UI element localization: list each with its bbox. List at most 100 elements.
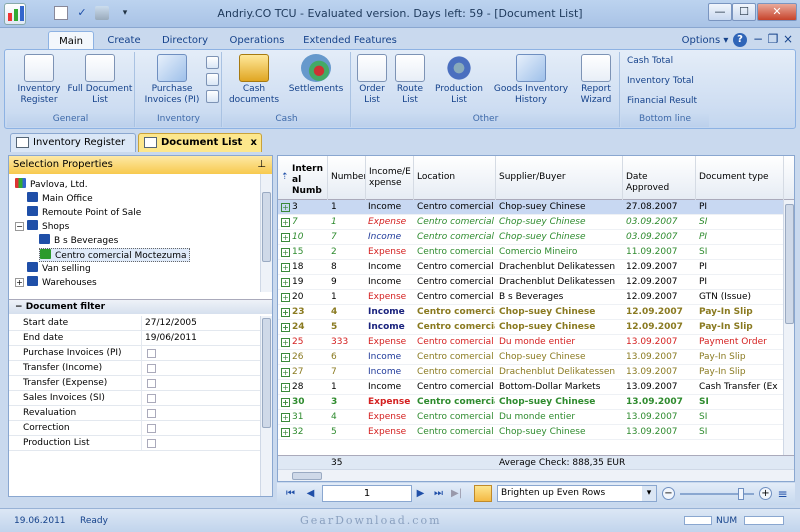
page-number-input[interactable]: 1 [322, 485, 412, 502]
si-checkbox[interactable] [147, 394, 156, 403]
col-date-approved[interactable]: Date Approved [623, 156, 696, 200]
col-supplier-buyer[interactable]: Supplier/Buyer [496, 156, 623, 200]
expand-row-icon[interactable]: + [281, 338, 290, 347]
filter-row-si[interactable]: Sales Invoices (SI) [9, 391, 260, 406]
end-date-field[interactable]: 19/06/2011 [145, 331, 197, 346]
tab-main[interactable]: Main [48, 31, 94, 50]
table-row[interactable]: +30 3 Expense Centro comercia Chop-suey Chin… [278, 395, 794, 410]
table-row[interactable]: +7 1 Expense Centro comercial Chop-suey Chin… [278, 215, 794, 230]
minimize-button[interactable]: — [708, 3, 732, 21]
filter-toggle-icon[interactable]: − [15, 302, 23, 312]
cash-total-link[interactable]: Cash Total [627, 56, 673, 66]
table-row[interactable]: +23 4 Income Centro comercia Chop-suey Chine… [278, 305, 794, 320]
prev-page-icon[interactable]: ◀ [305, 488, 316, 500]
tab-extended-features[interactable]: Extended Features [302, 31, 398, 50]
help-icon[interactable]: ? [733, 33, 747, 47]
expand-row-icon[interactable]: + [281, 398, 290, 407]
filter-row-start-date[interactable]: Start date 27/12/2005 [9, 316, 260, 331]
jump-icon[interactable]: ▶| [451, 488, 462, 500]
route-list-button[interactable]: Route List [392, 54, 428, 106]
filter-row-revaluation[interactable]: Revaluation [9, 406, 260, 421]
filter-funnel-button[interactable] [474, 485, 492, 502]
tab-directory[interactable]: Directory [155, 31, 215, 50]
highlight-mode-select[interactable]: Brighten up Even Rows ▾ [497, 485, 657, 502]
table-row[interactable]: +18 8 Income Centro comercial M Drachenblut … [278, 260, 794, 275]
tree-node-main-office[interactable]: Main Office [27, 192, 93, 206]
filter-row-transfer-expense[interactable]: Transfer (Expense) [9, 376, 260, 391]
inventory-total-link[interactable]: Inventory Total [627, 76, 694, 86]
collapse-icon[interactable]: − [15, 222, 24, 231]
expand-row-icon[interactable]: + [281, 278, 290, 287]
goods-inventory-history-button[interactable]: Goods Inventory History [490, 54, 572, 106]
table-row[interactable]: +19 9 Income Centro comercial M Drachenblut … [278, 275, 794, 290]
tree-scrollbar[interactable] [260, 174, 272, 292]
table-row[interactable]: +32 5 Expense Centro comercial M Chop-suey C… [278, 425, 794, 440]
production-list-button[interactable]: Production List [432, 54, 486, 106]
table-row[interactable]: +15 2 Expense Centro comercial M Comercio Mi… [278, 245, 794, 260]
expand-row-icon[interactable]: + [281, 248, 290, 257]
expand-row-icon[interactable]: + [281, 218, 290, 227]
filter-scrollbar[interactable] [260, 316, 272, 496]
production-checkbox[interactable] [147, 439, 156, 448]
transfer-income-checkbox[interactable] [147, 364, 156, 373]
expand-row-icon[interactable]: + [281, 353, 290, 362]
table-row[interactable]: +25 333 Expense Centro comercial M Du monde … [278, 335, 794, 350]
expand-row-icon[interactable]: + [281, 293, 290, 302]
scroll-thumb[interactable] [292, 472, 322, 480]
scroll-thumb[interactable] [785, 204, 794, 324]
expand-row-icon[interactable]: + [281, 428, 290, 437]
small-transfer-icon[interactable] [206, 56, 219, 69]
small-arrow-icon[interactable] [206, 73, 219, 86]
filter-row-production[interactable]: Production List [9, 436, 260, 451]
next-page-icon[interactable]: ▶ [415, 488, 426, 500]
small-download-icon[interactable] [206, 90, 219, 103]
grid-hscrollbar[interactable] [278, 469, 794, 481]
zoom-out-button[interactable]: − [662, 487, 675, 500]
filter-row-pi[interactable]: Purchase Invoices (PI) [9, 346, 260, 361]
correction-checkbox[interactable] [147, 424, 156, 433]
close-button[interactable]: ✕ [757, 3, 797, 21]
expand-row-icon[interactable]: + [281, 383, 290, 392]
pi-checkbox[interactable] [147, 349, 156, 358]
revaluation-checkbox[interactable] [147, 409, 156, 418]
tree-node-shops[interactable]: − Shops [15, 220, 69, 234]
table-row[interactable]: +31 4 Expense Centro comercial M Du monde en… [278, 410, 794, 425]
first-page-icon[interactable]: ⏮ [285, 488, 296, 500]
table-row[interactable]: +20 1 Expense Centro comercial M B s Beverag… [278, 290, 794, 305]
filter-row-transfer-income[interactable]: Transfer (Income) [9, 361, 260, 376]
doctab-document-list[interactable]: Document List x [138, 133, 262, 152]
expand-row-icon[interactable]: + [281, 308, 290, 317]
col-number[interactable]: Number [328, 156, 366, 200]
table-row[interactable]: +24 5 Income Centro comercia Chop-suey Chine… [278, 320, 794, 335]
col-document-type[interactable]: Document type [696, 156, 784, 200]
maximize-button[interactable]: ☐ [732, 3, 756, 21]
full-document-list-button[interactable]: Full Document List [67, 54, 133, 106]
tree-node-company[interactable]: Pavlova, Ltd. [15, 178, 88, 192]
expand-row-icon[interactable]: + [281, 263, 290, 272]
order-list-button[interactable]: Order List [354, 54, 390, 106]
financial-result-link[interactable]: Financial Result [627, 96, 697, 106]
inventory-register-button[interactable]: Inventory Register [13, 54, 65, 106]
tab-create[interactable]: Create [100, 31, 148, 50]
grid-vscrollbar[interactable] [783, 200, 794, 455]
tree-node-remote-pos[interactable]: Remoute Point of Sale [27, 206, 141, 220]
filter-row-end-date[interactable]: End date 19/06/2011 [9, 331, 260, 346]
table-row[interactable]: +3 1 Income Centro comercial M Chop-suey Chi… [278, 200, 794, 215]
purchase-invoices-button[interactable]: Purchase Invoices (PI) [142, 54, 202, 106]
expand-row-icon[interactable]: + [281, 233, 290, 242]
tree-node-centro-comercial[interactable]: Centro comercial Moctezuma [39, 248, 190, 262]
table-row[interactable]: +27 7 Income Centro comercial M Drachenblut … [278, 365, 794, 380]
zoom-knob[interactable] [737, 488, 744, 500]
table-row[interactable]: +28 1 Income Centro comercial M Bottom-Dolla… [278, 380, 794, 395]
report-wizard-button[interactable]: Report Wizard [576, 54, 616, 106]
scroll-thumb[interactable] [262, 318, 271, 428]
start-date-field[interactable]: 27/12/2005 [145, 316, 197, 331]
filter-row-correction[interactable]: Correction [9, 421, 260, 436]
transfer-expense-checkbox[interactable] [147, 379, 156, 388]
doctab-inventory-register[interactable]: Inventory Register [10, 133, 136, 152]
tree-node-van-selling[interactable]: Van selling [27, 262, 91, 276]
zoom-in-button[interactable]: + [759, 487, 772, 500]
tab-operations[interactable]: Operations [222, 31, 292, 50]
grid-menu-icon[interactable]: ≡ [777, 488, 788, 500]
expand-row-icon[interactable]: + [281, 413, 290, 422]
